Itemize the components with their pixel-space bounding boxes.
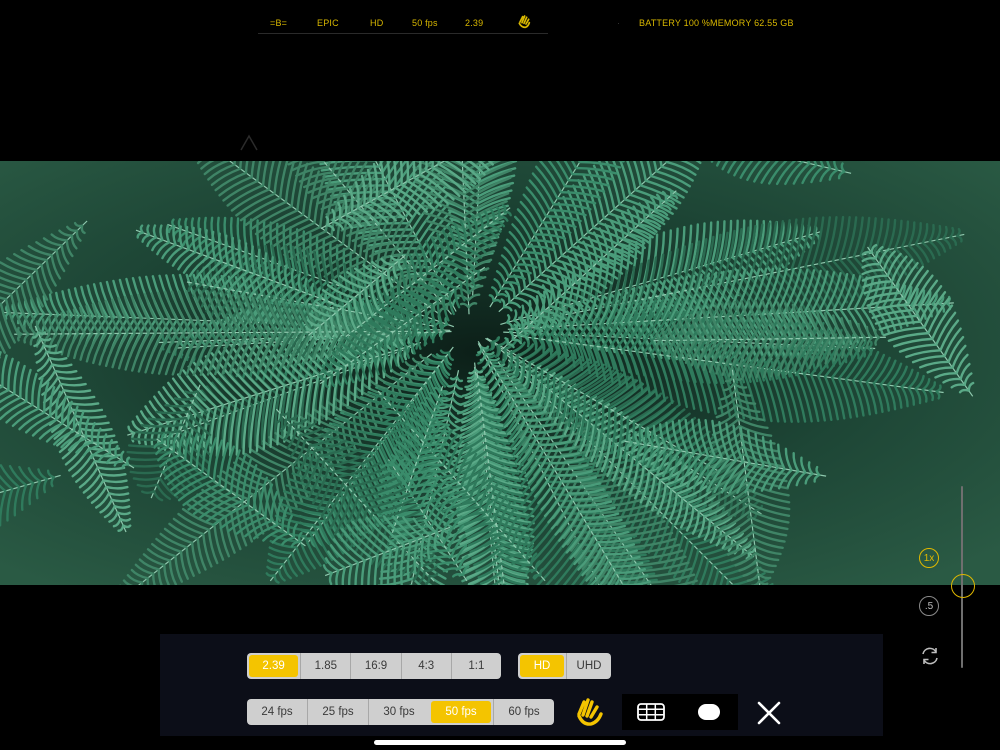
- zoom-05-button[interactable]: .5: [919, 596, 939, 616]
- aspect-option-4-3[interactable]: 4:3: [400, 653, 451, 679]
- aspect-option-2-39[interactable]: 2.39: [249, 655, 299, 677]
- aspect-ratio-selector: 2.39 1.85 16:9 4:3 1:1: [247, 653, 501, 679]
- resolution-option-hd[interactable]: HD: [520, 655, 564, 677]
- flip-camera-icon[interactable]: [918, 644, 942, 668]
- status-divider: [258, 33, 548, 34]
- brand-logo: =B=: [270, 18, 288, 28]
- framerate-option-24[interactable]: 24 fps: [247, 699, 307, 725]
- status-separator: ·: [617, 18, 621, 28]
- aspect-label: 2.39: [465, 18, 484, 28]
- framerate-option-60[interactable]: 60 fps: [493, 699, 554, 725]
- stabilization-hand-icon[interactable]: [573, 697, 605, 727]
- viewfinder-image: [0, 161, 1000, 585]
- aspect-option-16-9[interactable]: 16:9: [350, 653, 400, 679]
- framerate-option-50[interactable]: 50 fps: [431, 701, 491, 723]
- framerate-label: 50 fps: [412, 18, 438, 28]
- zoom-slider-handle[interactable]: [951, 574, 975, 598]
- framerate-option-25[interactable]: 25 fps: [307, 699, 368, 725]
- camera-viewfinder[interactable]: [0, 161, 1000, 585]
- aspect-option-1-85[interactable]: 1.85: [300, 653, 350, 679]
- record-pill-icon: [698, 704, 720, 720]
- resolution-selector: HD UHD: [518, 653, 611, 679]
- home-indicator[interactable]: [374, 740, 626, 745]
- framerate-selector: 24 fps 25 fps 30 fps 50 fps 60 fps: [247, 699, 554, 725]
- battery-label: BATTERY 100 %: [639, 18, 711, 28]
- resolution-label: HD: [370, 18, 384, 28]
- camera-label: EPIC: [317, 18, 339, 28]
- aspect-option-1-1[interactable]: 1:1: [450, 653, 501, 679]
- status-bar: =B= EPIC HD 50 fps 2.39 · BATTERY 100 % …: [0, 0, 1000, 46]
- close-icon[interactable]: [752, 696, 786, 730]
- focus-marker-icon: [240, 134, 258, 151]
- zoom-1x-button[interactable]: 1x: [919, 548, 939, 568]
- grid-button[interactable]: [622, 694, 680, 730]
- hand-icon: [518, 15, 531, 29]
- memory-label: MEMORY 62.55 GB: [710, 18, 794, 28]
- resolution-option-uhd[interactable]: UHD: [566, 653, 611, 679]
- framerate-option-30[interactable]: 30 fps: [368, 699, 429, 725]
- tool-group: [622, 694, 738, 730]
- record-button[interactable]: [680, 694, 738, 730]
- grid-icon: [637, 703, 665, 721]
